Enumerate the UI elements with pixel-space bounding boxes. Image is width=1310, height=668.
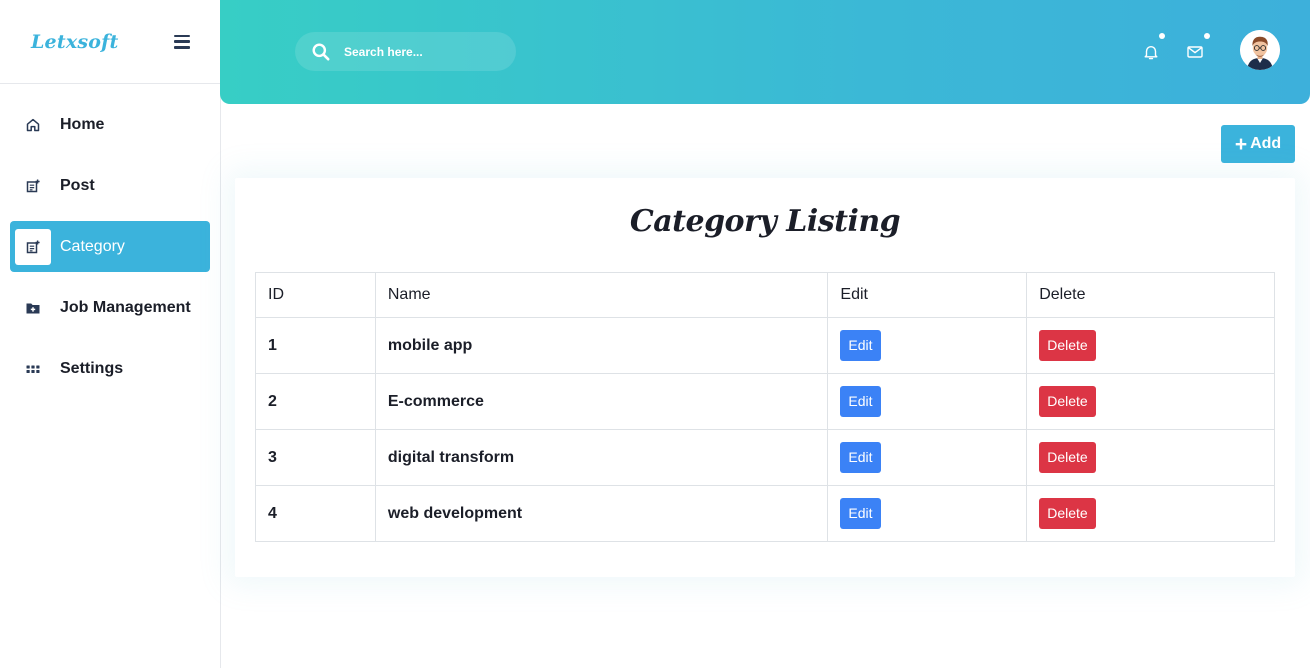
category-icon [15,228,51,265]
message-dot [1204,33,1210,39]
search-icon[interactable] [311,42,331,62]
sidebar-item-settings[interactable]: Settings [10,343,210,394]
delete-button[interactable]: Delete [1039,442,1096,473]
hamburger-menu-icon[interactable] [174,34,190,49]
brand-row: Letxsoft [0,0,220,84]
delete-button[interactable]: Delete [1039,330,1096,361]
edit-button[interactable]: Edit [840,442,881,473]
page-title: Category Listing [629,204,901,239]
sidebar: Letxsoft Home Post Category Job Manageme… [0,0,221,668]
cell-delete: Delete [1026,317,1275,374]
sidebar-item-label: Category [60,237,125,255]
column-header-delete: Delete [1026,272,1275,318]
cell-edit: Edit [827,429,1028,486]
table-header-row: ID Name Edit Delete [255,272,1275,318]
category-card: Category Listing ID Name Edit Delete 1 m… [235,178,1295,577]
grid-icon [15,351,51,387]
cell-delete: Delete [1026,373,1275,430]
cell-name: web development [374,485,829,542]
delete-button[interactable]: Delete [1039,386,1096,417]
cell-id: 3 [255,429,376,486]
edit-button[interactable]: Edit [840,498,881,529]
sidebar-item-job-management[interactable]: Job Management [10,282,210,333]
table-row: 1 mobile app Edit Delete [255,317,1275,374]
cell-id: 2 [255,373,376,430]
folder-plus-icon [15,290,51,326]
sidebar-item-label: Post [60,176,95,194]
table-row: 2 E-commerce Edit Delete [255,373,1275,430]
column-header-id: ID [255,272,376,318]
sidebar-nav: Home Post Category Job Management Settin… [0,84,220,394]
cell-edit: Edit [827,317,1028,374]
table-row: 4 web development Edit Delete [255,485,1275,542]
sidebar-item-home[interactable]: Home [10,99,210,150]
cell-name: digital transform [374,429,829,486]
sidebar-item-label: Settings [60,359,124,377]
column-header-name: Name [374,272,829,318]
table-row: 3 digital transform Edit Delete [255,429,1275,486]
post-icon [15,168,51,204]
notification-dot [1159,33,1165,39]
cell-delete: Delete [1026,485,1275,542]
cell-name: mobile app [374,317,829,374]
cell-delete: Delete [1026,429,1275,486]
edit-button[interactable]: Edit [840,386,881,417]
plus-icon: + [1234,132,1248,156]
delete-button[interactable]: Delete [1039,498,1096,529]
sidebar-item-post[interactable]: Post [10,160,210,211]
cell-edit: Edit [827,373,1028,430]
add-button[interactable]: + Add [1221,125,1295,163]
sidebar-item-label: Home [60,115,105,133]
brand-logo[interactable]: Letxsoft [31,31,118,53]
header [220,0,1310,104]
home-icon [15,107,51,143]
cell-id: 1 [255,317,376,374]
bell-icon[interactable] [1142,43,1160,61]
avatar[interactable] [1240,30,1280,70]
edit-button[interactable]: Edit [840,330,881,361]
sidebar-item-label: Job Management [60,298,191,316]
sidebar-item-category[interactable]: Category [10,221,210,272]
cell-name: E-commerce [374,373,829,430]
category-table: ID Name Edit Delete 1 mobile app Edit De… [255,272,1275,542]
search-bar[interactable] [295,32,516,71]
search-input[interactable] [344,44,504,59]
mail-icon[interactable] [1186,43,1204,61]
cell-id: 4 [255,485,376,542]
column-header-edit: Edit [827,272,1028,318]
cell-edit: Edit [827,485,1028,542]
add-button-label: Add [1250,135,1282,152]
